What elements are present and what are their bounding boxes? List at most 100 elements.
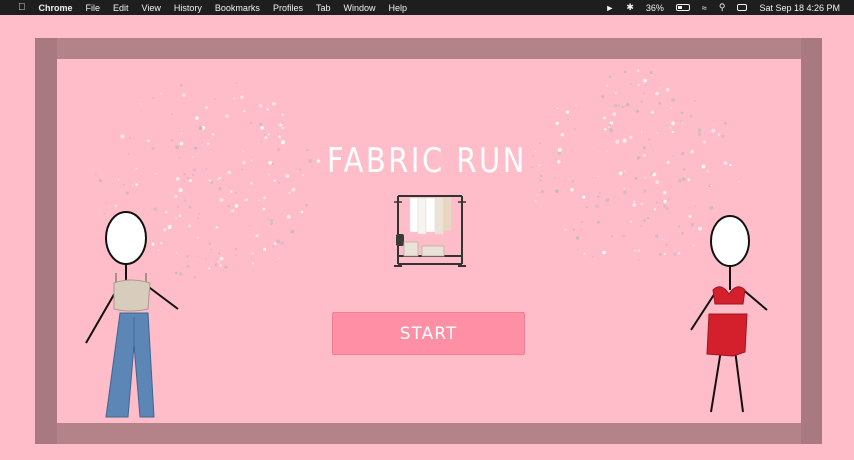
sparkle-dot: [673, 252, 677, 256]
sparkle-dot: [645, 84, 647, 87]
sparkle-dot: [268, 133, 270, 136]
sparkle-dot: [654, 208, 656, 211]
sparkle-dot: [689, 114, 693, 118]
sparkle-dot: [671, 130, 674, 134]
sparkle-dot: [235, 254, 237, 257]
sparkle-dot: [634, 249, 637, 252]
sparkle-dot: [210, 181, 214, 185]
sparkle-dot: [717, 133, 721, 136]
sparkle-dot: [288, 191, 291, 194]
sparkle-dot: [580, 221, 583, 224]
sparkle-dot: [623, 190, 627, 194]
sparkle-dot: [663, 252, 666, 255]
right-character-head: [710, 215, 750, 267]
sparkle-dot: [215, 226, 219, 229]
sparkle-dot: [566, 110, 569, 114]
sparkle-dot: [697, 128, 702, 132]
sparkle-dot: [624, 105, 627, 108]
sparkle-dot: [159, 92, 162, 95]
sparkle-dot: [564, 228, 567, 231]
sparkle-dot: [120, 134, 125, 139]
sparkle-dot: [263, 247, 267, 251]
sparkle-dot: [615, 91, 617, 94]
sparkle-dot: [632, 203, 636, 207]
sparkle-dot: [679, 119, 682, 122]
sparkle-dot: [182, 93, 186, 97]
sparkle-dot: [651, 74, 653, 77]
sparkle-dot: [655, 91, 659, 96]
sparkle-dot: [281, 126, 284, 130]
left-character: [85, 211, 179, 418]
sparkle-dot: [721, 134, 725, 139]
sparkle-dot: [263, 134, 266, 136]
sparkle-dot: [671, 98, 675, 102]
sparkle-dot: [278, 135, 281, 138]
sparkle-dot: [637, 83, 640, 87]
sparkle-dot: [570, 188, 574, 192]
sparkle-dot: [140, 103, 142, 105]
sparkle-dot: [214, 263, 218, 267]
sparkle-dot: [260, 126, 264, 130]
sparkle-dot: [658, 252, 662, 256]
sparkle-dot: [602, 250, 606, 255]
sparkle-dot: [208, 242, 211, 245]
sparkle-dot: [234, 248, 237, 251]
sparkle-dot: [243, 110, 246, 113]
start-button[interactable]: START: [332, 312, 525, 355]
sparkle-dot: [642, 218, 647, 223]
sparkle-dot: [183, 199, 187, 202]
sparkle-dot: [123, 183, 125, 186]
sparkle-dot: [693, 202, 695, 204]
sparkle-dot: [694, 100, 696, 102]
sparkle-dot: [259, 122, 263, 127]
sparkle-dot: [667, 198, 670, 201]
sparkle-dot: [658, 101, 661, 105]
sparkle-dot: [273, 242, 277, 245]
sparkle-dot: [624, 70, 627, 74]
sparkle-dot: [222, 269, 224, 272]
sparkle-dot: [280, 241, 285, 245]
sparkle-dot: [258, 199, 260, 202]
sparkle-dot: [244, 199, 246, 201]
sparkle-dot: [585, 206, 588, 209]
sparkle-dot: [665, 207, 669, 210]
sparkle-dot: [212, 133, 215, 136]
sparkle-dot: [230, 209, 235, 213]
sparkle-dot: [710, 184, 713, 187]
sparkle-dot: [608, 75, 612, 79]
sparkle-dot: [290, 229, 295, 234]
sparkle-dot: [171, 113, 174, 115]
sparkle-dot: [248, 225, 251, 227]
sparkle-dot: [595, 204, 599, 209]
sparkle-dot: [560, 132, 565, 137]
sparkle-dot: [626, 102, 630, 107]
sparkle-dot: [135, 183, 138, 186]
sparkle-dot: [671, 121, 675, 126]
sparkle-dot: [262, 207, 266, 211]
sparkle-dot: [622, 234, 625, 238]
sparkle-dot: [575, 103, 577, 106]
sparkle-dot: [300, 210, 304, 214]
sparkle-dot: [598, 191, 601, 195]
sparkle-dot: [272, 102, 276, 106]
sparkle-dot: [680, 111, 684, 115]
sparkle-dot: [663, 204, 666, 208]
sparkle-dot: [682, 122, 684, 124]
sparkle-dot: [711, 128, 716, 133]
sparkle-dot: [606, 84, 609, 87]
sparkle-dot: [681, 231, 684, 235]
sparkle-dot: [556, 107, 559, 110]
sparkle-dot: [233, 97, 236, 100]
sparkle-dot: [597, 220, 600, 224]
sparkle-dot: [128, 136, 132, 140]
sparkle-dot: [277, 181, 281, 185]
sparkle-dot: [614, 104, 618, 108]
sparkle-dot: [278, 257, 280, 259]
sparkle-dot: [630, 220, 632, 223]
sparkle-dot: [235, 82, 238, 84]
sparkle-dot: [665, 87, 670, 92]
sparkle-dot: [633, 200, 635, 203]
sparkle-dot: [623, 188, 625, 190]
sparkle-dot: [665, 125, 667, 127]
sparkle-dot: [609, 128, 614, 133]
